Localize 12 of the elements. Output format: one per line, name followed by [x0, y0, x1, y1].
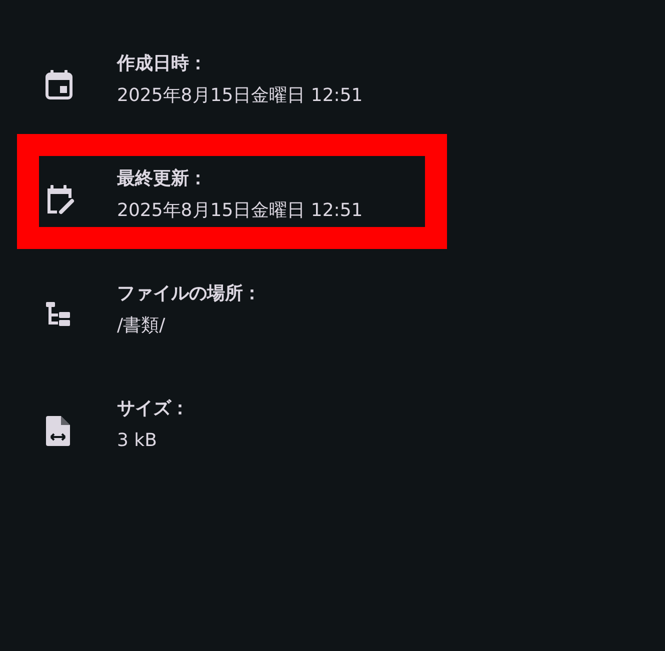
detail-label: ファイルの場所：	[117, 282, 261, 306]
detail-label: 最終更新：	[117, 167, 207, 191]
calendar-icon	[45, 70, 73, 100]
tree-structure-icon	[45, 300, 73, 328]
detail-value: /書類/	[117, 314, 166, 338]
detail-value: 3 kB	[117, 429, 157, 453]
detail-label: 作成日時：	[117, 52, 207, 76]
calendar-edit-icon	[45, 185, 75, 215]
detail-label: サイズ：	[117, 397, 189, 421]
detail-value: 2025年8月15日金曜日 12:51	[117, 199, 363, 223]
file-size-icon	[45, 415, 71, 447]
detail-value: 2025年8月15日金曜日 12:51	[117, 84, 363, 108]
